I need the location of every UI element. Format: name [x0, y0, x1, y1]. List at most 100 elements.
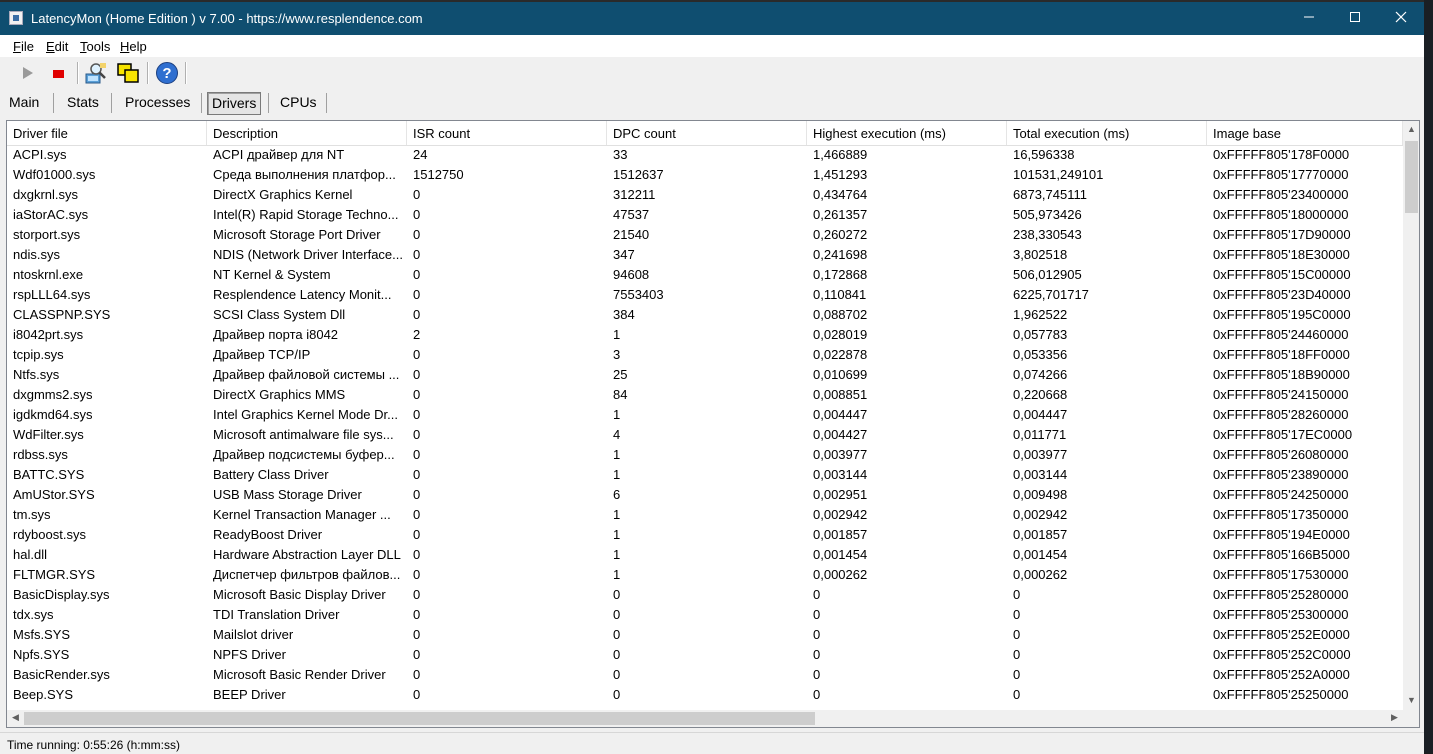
table-row[interactable]: CLASSPNP.SYS SCSI Class System Dll 0 384 0,0… — [7, 305, 1403, 325]
stop-icon — [53, 70, 64, 78]
cell-dpc-count: 0 — [613, 607, 621, 622]
table-row[interactable]: tdx.sys TDI Translation Driver 0 0 0 0 0xFFFFF… — [7, 605, 1403, 625]
table-row[interactable]: ntoskrnl.exe NT Kernel & System 0 94608 0,17… — [7, 265, 1403, 285]
tab-stats[interactable]: Stats — [63, 92, 103, 113]
table-row[interactable]: Beep.SYS BEEP Driver 0 0 0 0 0xFFFFF805'252500… — [7, 685, 1403, 705]
table-row[interactable]: Ntfs.sys Драйвер файловой системы ... 0 25 0… — [7, 365, 1403, 385]
cell-driver-file: rdbss.sys — [13, 447, 68, 462]
cell-highest-execution: 0,002942 — [813, 507, 868, 522]
cell-isr-count: 0 — [413, 607, 421, 622]
horizontal-scrollbar[interactable]: ◀ ▶ — [7, 710, 1403, 727]
cell-total-execution: 505,973426 — [1013, 207, 1082, 222]
cell-total-execution: 238,330543 — [1013, 227, 1082, 242]
configuration-button[interactable] — [84, 61, 108, 85]
column-header-isr-count[interactable]: ISR count — [407, 121, 607, 145]
cell-isr-count: 0 — [413, 587, 421, 602]
maximize-button[interactable] — [1332, 2, 1378, 35]
table-row[interactable]: hal.dll Hardware Abstraction Layer DLL 0 1 0… — [7, 545, 1403, 565]
table-row[interactable]: iaStorAC.sys Intel(R) Rapid Storage Techn… — [7, 205, 1403, 225]
menu-file[interactable]: File — [13, 39, 34, 54]
start-button[interactable] — [15, 61, 39, 85]
column-header-total-execution[interactable]: Total execution (ms) — [1007, 121, 1207, 145]
windows-button[interactable] — [116, 61, 140, 85]
table-row[interactable]: ndis.sys NDIS (Network Driver Interface..… — [7, 245, 1403, 265]
cell-driver-file: Ntfs.sys — [13, 367, 60, 382]
column-header-driver-file[interactable]: Driver file — [7, 121, 207, 145]
tab-cpus[interactable]: CPUs — [276, 92, 321, 113]
cell-description: Microsoft Storage Port Driver — [213, 227, 381, 242]
stop-button[interactable] — [46, 61, 70, 85]
scroll-left-icon[interactable]: ◀ — [7, 712, 24, 723]
table-row[interactable]: WdFilter.sys Microsoft antimalware file s… — [7, 425, 1403, 445]
menu-tools-label: ools — [86, 39, 111, 54]
cell-driver-file: CLASSPNP.SYS — [13, 307, 111, 322]
vertical-scrollbar[interactable]: ▲ ▼ — [1403, 121, 1419, 710]
cell-dpc-count: 0 — [613, 667, 621, 682]
cell-image-base: 0xFFFFF805'28260000 — [1213, 407, 1349, 422]
tab-main[interactable]: Main — [5, 92, 43, 113]
column-header-highest-execution[interactable]: Highest execution (ms) — [807, 121, 1007, 145]
column-header-dpc-count[interactable]: DPC count — [607, 121, 807, 145]
column-header-image-base[interactable]: Image base — [1207, 121, 1403, 145]
table-row[interactable]: tm.sys Kernel Transaction Manager ... 0 1 0,… — [7, 505, 1403, 525]
table-row[interactable]: storport.sys Microsoft Storage Port Drive… — [7, 225, 1403, 245]
menu-tools[interactable]: Tools — [80, 39, 110, 54]
table-row[interactable]: rspLLL64.sys Resplendence Latency Monit..… — [7, 285, 1403, 305]
scroll-up-icon[interactable]: ▲ — [1403, 124, 1419, 134]
cell-total-execution: 0 — [1013, 647, 1021, 662]
close-button[interactable] — [1378, 2, 1424, 35]
title-bar[interactable]: LatencyMon (Home Edition ) v 7.00 - http… — [0, 2, 1424, 35]
table-row[interactable]: rdbss.sys Драйвер подсистемы буфер... 0 1 0,… — [7, 445, 1403, 465]
cell-image-base: 0xFFFFF805'24150000 — [1213, 387, 1349, 402]
cell-highest-execution: 0,172868 — [813, 267, 868, 282]
table-row[interactable]: igdkmd64.sys Intel Graphics Kernel Mode D… — [7, 405, 1403, 425]
cell-isr-count: 0 — [413, 187, 421, 202]
table-row[interactable]: Msfs.SYS Mailslot driver 0 0 0 0 0xFFFFF805'25… — [7, 625, 1403, 645]
table-row[interactable]: BATTC.SYS Battery Class Driver 0 1 0,003144 0… — [7, 465, 1403, 485]
cell-isr-count: 0 — [413, 267, 421, 282]
table-row[interactable]: FLTMGR.SYS Диспетчер фильтров файлов... 0 1… — [7, 565, 1403, 585]
cell-description: Hardware Abstraction Layer DLL — [213, 547, 401, 562]
cell-dpc-count: 347 — [613, 247, 635, 262]
table-row[interactable]: tcpip.sys Драйвер TCP/IP 0 3 0,022878 0,05335… — [7, 345, 1403, 365]
table-row[interactable]: rdyboost.sys ReadyBoost Driver 0 1 0,001857 0… — [7, 525, 1403, 545]
minimize-icon — [1304, 16, 1314, 18]
cell-dpc-count: 0 — [613, 687, 621, 702]
table-row[interactable]: dxgmms2.sys DirectX Graphics MMS 0 84 0,0088… — [7, 385, 1403, 405]
cell-description: DirectX Graphics Kernel — [213, 187, 353, 202]
table-row[interactable]: BasicDisplay.sys Microsoft Basic Display … — [7, 585, 1403, 605]
cell-total-execution: 0,220668 — [1013, 387, 1068, 402]
scroll-right-icon[interactable]: ▶ — [1386, 712, 1403, 723]
tab-drivers[interactable]: Drivers — [207, 92, 262, 115]
scroll-down-icon[interactable]: ▼ — [1403, 695, 1419, 705]
time-running-status: Time running: 0:55:26 (h:mm:ss) — [7, 738, 180, 752]
vertical-scroll-thumb[interactable] — [1405, 141, 1418, 213]
cell-highest-execution: 0,003977 — [813, 447, 868, 462]
menu-help[interactable]: Help — [120, 39, 147, 54]
help-button[interactable]: ? — [155, 61, 179, 85]
status-bar: Time running: 0:55:26 (h:mm:ss) — [0, 732, 1424, 754]
table-row[interactable]: BasicRender.sys Microsoft Basic Render Dr… — [7, 665, 1403, 685]
cell-highest-execution: 0,010699 — [813, 367, 868, 382]
horizontal-scroll-thumb[interactable] — [24, 712, 815, 725]
table-row[interactable]: dxgkrnl.sys DirectX Graphics Kernel 0 31221… — [7, 185, 1403, 205]
column-header-description[interactable]: Description — [207, 121, 407, 145]
cell-highest-execution: 0,004447 — [813, 407, 868, 422]
table-row[interactable]: ACPI.sys ACPI драйвер для NT 24 33 1,466889 1… — [7, 145, 1403, 165]
tab-processes[interactable]: Processes — [121, 92, 194, 113]
cell-image-base: 0xFFFFF805'18B90000 — [1213, 367, 1350, 382]
menu-edit[interactable]: Edit — [46, 39, 68, 54]
cell-driver-file: ndis.sys — [13, 247, 60, 262]
cell-description: NPFS Driver — [213, 647, 286, 662]
svg-text:?: ? — [162, 65, 171, 82]
table-row[interactable]: i8042prt.sys Драйвер порта i8042 2 1 0,02801… — [7, 325, 1403, 345]
cell-image-base: 0xFFFFF805'25250000 — [1213, 687, 1349, 702]
close-icon — [1395, 11, 1407, 23]
minimize-button[interactable] — [1286, 2, 1332, 35]
cell-dpc-count: 21540 — [613, 227, 650, 242]
cell-dpc-count: 1 — [613, 507, 621, 522]
table-row[interactable]: Npfs.SYS NPFS Driver 0 0 0 0 0xFFFFF805'252C00… — [7, 645, 1403, 665]
background-desktop-edge — [1424, 0, 1433, 753]
table-row[interactable]: Wdf01000.sys Среда выполнения платфор... 1… — [7, 165, 1403, 185]
table-row[interactable]: AmUStor.SYS USB Mass Storage Driver 0 6 0,00… — [7, 485, 1403, 505]
